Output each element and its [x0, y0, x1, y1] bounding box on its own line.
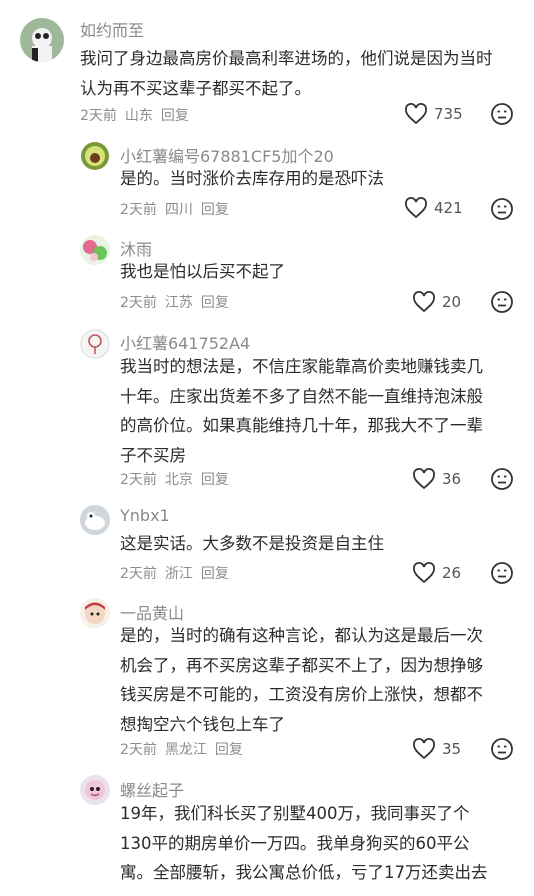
comment-meta: 2天前 黑龙江 回复 [120, 739, 243, 759]
like-button[interactable]: 36 [412, 468, 461, 490]
comment-location: 山东 [124, 108, 153, 124]
comment-location: 四川 [164, 202, 193, 218]
comment-author[interactable]: 如约而至 [80, 17, 144, 41]
comment-meta: 2天前 山东 回复 [80, 105, 189, 125]
like-button[interactable]: 421 [404, 197, 463, 219]
like-count: 35 [442, 740, 462, 758]
reply-button[interactable]: 回复 [215, 742, 243, 758]
comment-time: 2天前 [120, 472, 157, 488]
dislike-icon[interactable] [490, 102, 514, 126]
comment-text: 我问了身边最高房价最高利率进场的，他们说是因为当时 认为再不买这辈子都买不起了。 [80, 49, 493, 98]
like-count: 36 [442, 470, 462, 488]
reply-button[interactable]: 回复 [201, 472, 229, 488]
like-count: 20 [442, 293, 462, 311]
comment-location: 江苏 [164, 295, 193, 311]
comment-text: 19年，我们科长买了别墅400万，我同事买了个 130平的期房单价一万四。我单身… [120, 804, 488, 882]
comment-text: 我也是怕以后买不起了 [120, 262, 285, 281]
like-button[interactable]: 735 [404, 103, 463, 125]
comment-location: 黑龙江 [164, 742, 207, 758]
heart-icon [413, 468, 435, 490]
avatar[interactable] [80, 235, 110, 265]
comment-time: 2天前 [120, 295, 157, 311]
like-count: 26 [442, 564, 462, 582]
reply-button[interactable]: 回复 [201, 566, 229, 582]
comment-time: 2天前 [120, 566, 157, 582]
reply-button[interactable]: 回复 [201, 295, 229, 311]
comment-meta: 2天前 北京 回复 [120, 469, 229, 489]
comment-time: 2天前 [120, 202, 157, 218]
avatar[interactable] [80, 329, 110, 359]
comment-author[interactable]: 小红薯641752A4 [120, 330, 250, 354]
comment-meta: 2天前 江苏 回复 [120, 292, 229, 312]
reply-button[interactable]: 回复 [201, 202, 229, 218]
heart-icon [413, 562, 435, 584]
comment-text: 我当时的想法是，不信庄家能靠高价卖地赚钱卖几 十年。庄家出货差不多了自然不能一直… [120, 357, 483, 465]
comment-meta: 2天前 四川 回复 [120, 199, 229, 219]
like-count: 421 [434, 199, 463, 217]
dislike-icon[interactable] [490, 561, 514, 585]
like-button[interactable]: 26 [412, 562, 461, 584]
comment-text: 是的，当时的确有这种言论，都认为这是最后一次 机会了，再不买房这辈子都买不上了，… [120, 626, 483, 734]
comment-text: 是的。当时涨价去库存用的是恐吓法 [120, 169, 384, 188]
reply-button[interactable]: 回复 [161, 108, 189, 124]
like-count: 735 [434, 105, 463, 123]
dislike-icon[interactable] [490, 737, 514, 761]
avatar[interactable] [80, 598, 110, 628]
comment-time: 2天前 [80, 108, 117, 124]
heart-icon [405, 197, 427, 219]
heart-icon [413, 738, 435, 760]
dislike-icon[interactable] [490, 467, 514, 491]
comment-time: 2天前 [120, 742, 157, 758]
heart-icon [413, 291, 435, 313]
comment-location: 浙江 [164, 566, 193, 582]
comment-author[interactable]: Ynbx1 [120, 506, 170, 525]
like-button[interactable]: 35 [412, 738, 461, 760]
avatar[interactable] [20, 18, 64, 62]
heart-icon [405, 103, 427, 125]
dislike-icon[interactable] [490, 290, 514, 314]
comment-location: 北京 [164, 472, 193, 488]
comment-meta: 2天前 浙江 回复 [120, 563, 229, 583]
comment-author[interactable]: 螺丝起子 [120, 777, 184, 801]
dislike-icon[interactable] [490, 197, 514, 221]
avatar[interactable] [80, 141, 110, 171]
comment-text: 这是实话。大多数不是投资是自主住 [120, 534, 384, 553]
avatar[interactable] [80, 775, 110, 805]
like-button[interactable]: 20 [412, 291, 461, 313]
avatar[interactable] [80, 505, 110, 535]
